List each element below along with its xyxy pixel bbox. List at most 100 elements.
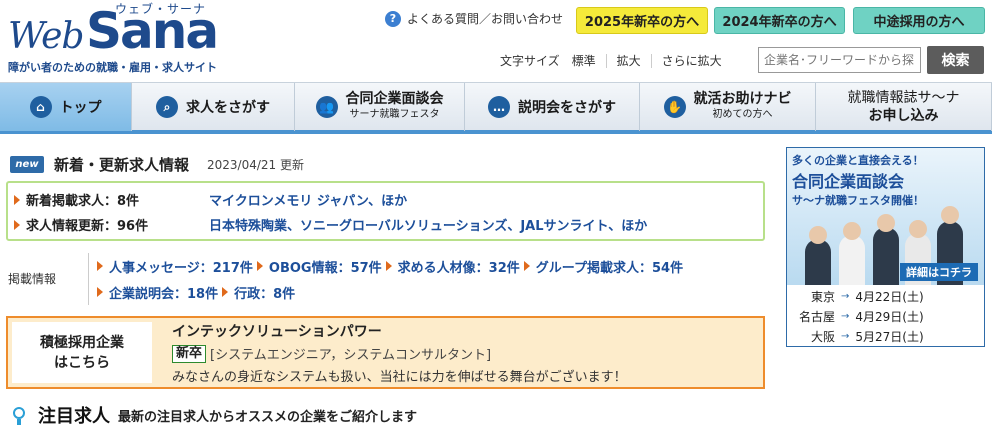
schedule-city: 東京 bbox=[810, 289, 835, 304]
arrow-right-icon bbox=[14, 194, 20, 205]
news-heading: new 新着・更新求人情報 2023/04/21 更新 bbox=[10, 154, 304, 175]
search-icon: ⌕ bbox=[156, 96, 178, 118]
nav-search-jobs[interactable]: ⌕ 求人をさがす bbox=[132, 83, 295, 131]
schedule-city: 名古屋 bbox=[798, 309, 835, 324]
news-row-label: 求人情報更新：96件 bbox=[26, 219, 149, 234]
font-size-standard[interactable]: 標準 bbox=[572, 54, 606, 68]
help-icon: ? bbox=[385, 10, 401, 27]
site-logo[interactable]: ウェブ・サーナ Web Sana 障がい者のための就職・雇用・求人サイト bbox=[6, 0, 221, 76]
ad-line1: 多くの企業と直接会える！ bbox=[792, 154, 924, 167]
arrow-right-icon bbox=[222, 287, 229, 297]
schedule-date: 4月29日(土) bbox=[855, 309, 924, 324]
people-icon: 👥 bbox=[315, 96, 338, 118]
nav-magazine[interactable]: 就職情報誌サ～ナ お申し込み bbox=[816, 83, 992, 131]
nav-help-navi[interactable]: ✋ 就活お助けナビ 初めての方へ bbox=[640, 83, 816, 131]
featured-company-name[interactable]: インテックソリューションパワー bbox=[172, 321, 382, 341]
faq-link[interactable]: ? よくある質問／お問い合わせ bbox=[385, 10, 563, 27]
schedule-row: 名古屋 → 4月29日(土) bbox=[787, 306, 984, 326]
new-grad-2024-button[interactable]: 2024年新卒の方へ bbox=[714, 7, 845, 34]
info-item-gov[interactable]: 行政：8件 bbox=[222, 283, 295, 302]
ad-more-button[interactable]: 詳細はコチラ bbox=[900, 263, 978, 281]
job-fair-ad[interactable]: 多くの企業と直接会える！ 合同企業面談会 サ～ナ就職フェスタ開催！ 詳細はコチラ… bbox=[786, 147, 985, 347]
info-item-label: 人事メッセージ：217件 bbox=[109, 260, 253, 276]
nav-top[interactable]: ⌂ トップ bbox=[0, 83, 132, 131]
faq-label: よくある質問／お問い合わせ bbox=[407, 12, 564, 26]
arrow-right-icon bbox=[97, 261, 103, 271]
ad-line2: 合同企業面談会 bbox=[792, 172, 905, 191]
new-grad-2025-button[interactable]: 2025年新卒の方へ bbox=[576, 7, 708, 34]
featured-left-panel[interactable]: 積極採用企業 はこちら bbox=[12, 322, 152, 383]
arrow-right-icon: → bbox=[841, 290, 850, 302]
logo-subtitle: 障がい者のための就職・雇用・求人サイト bbox=[8, 61, 217, 74]
news-title: 新着・更新求人情報 bbox=[54, 156, 190, 174]
nav-top-label: トップ bbox=[59, 100, 102, 116]
nav-seminars-label: 説明会をさがす bbox=[518, 100, 616, 116]
ad-schedule: 東京 → 4月22日(土) 名古屋 → 4月29日(土) 大阪 → 5月27日(… bbox=[787, 286, 984, 346]
featured-company-box[interactable]: 積極採用企業 はこちら インテックソリューションパワー 新卒 [システムエンジニ… bbox=[6, 316, 765, 389]
arrow-right-icon: → bbox=[841, 330, 850, 342]
logo-web: Web bbox=[8, 16, 84, 57]
arrow-right-icon bbox=[14, 219, 20, 230]
logo-sana: Sana bbox=[86, 2, 219, 60]
news-row-link[interactable]: マイクロンメモリ ジャパン、ほか bbox=[209, 190, 407, 209]
news-date: 2023/04/21 更新 bbox=[207, 158, 304, 172]
info-item-group[interactable]: グループ掲載求人：54件 bbox=[523, 257, 684, 276]
font-size-label: 文字サイズ bbox=[500, 54, 560, 68]
news-box: 新着掲載求人：8件 マイクロンメモリ ジャパン、ほか 求人情報更新：96件 日本… bbox=[6, 181, 765, 241]
attention-title: 注目求人 bbox=[38, 406, 110, 427]
nav-seminars[interactable]: … 説明会をさがす bbox=[465, 83, 640, 131]
ad-banner[interactable]: 多くの企業と直接会える！ 合同企業面談会 サ～ナ就職フェスタ開催！ 詳細はコチラ bbox=[787, 148, 984, 285]
featured-description: みなさんの身近なシステムも扱い、当社には力を伸ばせる舞台がございます！ bbox=[172, 370, 627, 385]
new-badge: new bbox=[10, 156, 44, 173]
info-item-label: 企業説明会：18件 bbox=[109, 286, 219, 302]
lightbulb-icon bbox=[8, 403, 30, 427]
info-item-obog[interactable]: OBOG情報：57件 bbox=[256, 257, 382, 276]
nav-job-fair-sub: サーナ就職フェスタ bbox=[349, 109, 440, 120]
featured-positions: [システムエンジニア，システムコンサルタント] bbox=[210, 348, 492, 363]
featured-left-line2: はこちら bbox=[54, 354, 110, 371]
info-item-label: OBOG情報：57件 bbox=[268, 260, 382, 276]
schedule-date: 4月22日(土) bbox=[855, 289, 924, 304]
nav-help-navi-sub: 初めての方へ bbox=[712, 109, 773, 120]
nav-search-jobs-label: 求人をさがす bbox=[186, 100, 270, 116]
info-line: 人事メッセージ：217件 OBOG情報：57件 求める人材像：32件 グループ掲… bbox=[97, 253, 748, 279]
info-item-label: 求める人材像：32件 bbox=[397, 260, 520, 276]
news-row: 新着掲載求人：8件 マイクロンメモリ ジャパン、ほか bbox=[14, 187, 763, 212]
arrow-right-icon: → bbox=[841, 310, 850, 322]
schedule-city: 大阪 bbox=[810, 329, 835, 344]
info-item-ideal[interactable]: 求める人材像：32件 bbox=[385, 257, 520, 276]
main-nav: ⌂ トップ ⌕ 求人をさがす 👥 合同企業面談会 サーナ就職フェスタ … 説明会… bbox=[0, 82, 992, 134]
schedule-date: 5月27日(土) bbox=[855, 329, 924, 344]
info-item-messages[interactable]: 人事メッセージ：217件 bbox=[97, 257, 253, 276]
nav-magazine-line1: 就職情報誌サ～ナ bbox=[847, 90, 960, 106]
arrow-right-icon bbox=[385, 261, 392, 271]
career-hire-button[interactable]: 中途採用の方へ bbox=[853, 7, 985, 34]
news-row-label: 新着掲載求人：8件 bbox=[26, 194, 140, 209]
font-size-large[interactable]: 拡大 bbox=[605, 53, 651, 68]
arrow-right-icon bbox=[256, 261, 263, 271]
nav-magazine-line2: お申し込み bbox=[868, 108, 939, 124]
new-grad-tag: 新卒 bbox=[172, 344, 207, 363]
attention-subtitle: 最新の注目求人からオススメの企業をご紹介します bbox=[118, 409, 418, 425]
font-size-larger[interactable]: さらに拡大 bbox=[650, 53, 732, 68]
nav-job-fair[interactable]: 👥 合同企業面談会 サーナ就職フェスタ bbox=[295, 83, 465, 131]
info-item-label: グループ掲載求人：54件 bbox=[535, 260, 684, 276]
featured-tag-row: 新卒 [システムエンジニア，システムコンサルタント] bbox=[172, 344, 491, 363]
home-icon: ⌂ bbox=[29, 96, 52, 118]
news-row: 求人情報更新：96件 日本特殊陶業、ソニーグローバルソリューションズ、JALサン… bbox=[14, 212, 763, 237]
featured-left-line1: 積極採用企業 bbox=[40, 334, 124, 351]
search-input[interactable] bbox=[758, 47, 921, 73]
arrow-right-icon bbox=[97, 287, 103, 297]
info-line: 企業説明会：18件 行政：8件 bbox=[97, 279, 748, 305]
info-item-seminar[interactable]: 企業説明会：18件 bbox=[97, 283, 218, 302]
nav-job-fair-label: 合同企業面談会 bbox=[345, 91, 444, 107]
news-row-link[interactable]: 日本特殊陶業、ソニーグローバルソリューションズ、JALサンライト、ほか bbox=[209, 215, 647, 234]
search-button[interactable]: 検索 bbox=[927, 46, 984, 74]
chat-icon: … bbox=[488, 96, 510, 118]
schedule-row: 大阪 → 5月27日(土) bbox=[787, 326, 984, 346]
arrow-right-icon bbox=[523, 261, 530, 271]
attention-heading: 注目求人 最新の注目求人からオススメの企業をご紹介します bbox=[8, 402, 417, 428]
info-label: 掲載情報 bbox=[8, 272, 57, 286]
nav-help-navi-label: 就活お助けナビ bbox=[693, 91, 792, 107]
ad-line3: サ～ナ就職フェスタ開催！ bbox=[792, 194, 924, 207]
